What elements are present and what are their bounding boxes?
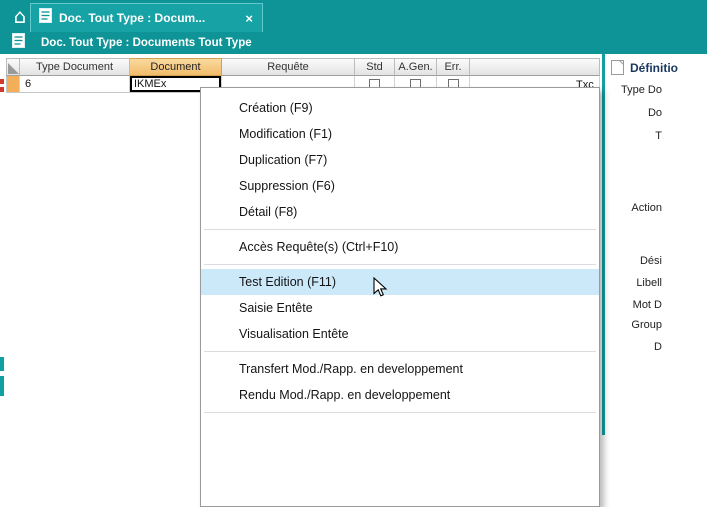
column-header-filler bbox=[470, 58, 600, 76]
corner-triangle-icon bbox=[8, 63, 19, 74]
edge-marker-teal bbox=[0, 376, 4, 396]
menu-item-visualisation-entete[interactable]: Visualisation Entête bbox=[201, 321, 599, 347]
form-label-type-document: Type Do bbox=[621, 84, 662, 96]
menu-item-test-edition[interactable]: Test Edition (F11) bbox=[201, 269, 599, 295]
menu-item-suppression[interactable]: Suppression (F6) bbox=[201, 173, 599, 199]
menu-item-modification[interactable]: Modification (F1) bbox=[201, 121, 599, 147]
panel-title: Définitio bbox=[630, 61, 678, 75]
form-label-libelle: Libell bbox=[636, 277, 662, 289]
edge-marker-teal bbox=[0, 357, 4, 371]
column-header-err[interactable]: Err. bbox=[437, 58, 470, 76]
menu-item-duplication[interactable]: Duplication (F7) bbox=[201, 147, 599, 173]
cell-type-document[interactable]: 6 bbox=[20, 76, 130, 93]
context-menu: Création (F9) Modification (F1) Duplicat… bbox=[200, 87, 600, 507]
column-header-requete[interactable]: Requête bbox=[222, 58, 355, 76]
grid-corner-cell[interactable] bbox=[6, 58, 20, 76]
column-header-agen[interactable]: A.Gen. bbox=[395, 58, 437, 76]
window-subtitle-bar: Doc. Tout Type : Documents Tout Type bbox=[0, 32, 707, 54]
grid-header-row: Type Document Document Requête Std A.Gen… bbox=[6, 58, 600, 76]
panel-splitter[interactable] bbox=[602, 54, 605, 435]
form-label-groupe: Group bbox=[631, 319, 662, 331]
menu-item-saisie-entete[interactable]: Saisie Entête bbox=[201, 295, 599, 321]
form-label-mot-directeur: Mot D bbox=[633, 299, 662, 311]
tab-title: Doc. Tout Type : Docum... bbox=[59, 11, 205, 25]
menu-item-detail[interactable]: Détail (F8) bbox=[201, 199, 599, 225]
page-icon bbox=[611, 60, 624, 80]
menu-separator bbox=[204, 229, 596, 230]
home-icon[interactable]: ⌂ bbox=[9, 3, 31, 29]
document-icon bbox=[12, 33, 25, 53]
edge-marker-red bbox=[0, 87, 4, 92]
menu-separator bbox=[204, 412, 596, 413]
edge-marker-red bbox=[0, 79, 4, 84]
column-header-std[interactable]: Std bbox=[355, 58, 395, 76]
row-selection-marker[interactable] bbox=[6, 76, 20, 93]
window-subtitle: Doc. Tout Type : Documents Tout Type bbox=[41, 37, 252, 49]
document-icon bbox=[39, 8, 52, 28]
title-bar: ⌂ Doc. Tout Type : Docum... × bbox=[0, 0, 707, 32]
form-label-document: Do bbox=[648, 107, 662, 119]
menu-separator bbox=[204, 351, 596, 352]
menu-separator bbox=[204, 264, 596, 265]
menu-item-acces-requetes[interactable]: Accès Requête(s) (Ctrl+F10) bbox=[201, 234, 599, 260]
column-header-type-document[interactable]: Type Document bbox=[20, 58, 130, 76]
form-label-designation: Dési bbox=[640, 255, 662, 267]
form-label-d: D bbox=[654, 341, 662, 353]
mouse-cursor bbox=[373, 277, 389, 304]
tab-close-icon[interactable]: × bbox=[245, 11, 253, 26]
form-label-type: T bbox=[655, 130, 662, 142]
form-label-action: Action bbox=[631, 202, 662, 214]
menu-item-rendu-mod-rapp[interactable]: Rendu Mod./Rapp. en developpement bbox=[201, 382, 599, 408]
document-tab[interactable]: Doc. Tout Type : Docum... × bbox=[30, 3, 263, 32]
column-header-document[interactable]: Document bbox=[130, 58, 222, 76]
menu-item-creation[interactable]: Création (F9) bbox=[201, 95, 599, 121]
menu-item-transfert-mod-rapp[interactable]: Transfert Mod./Rapp. en developpement bbox=[201, 356, 599, 382]
